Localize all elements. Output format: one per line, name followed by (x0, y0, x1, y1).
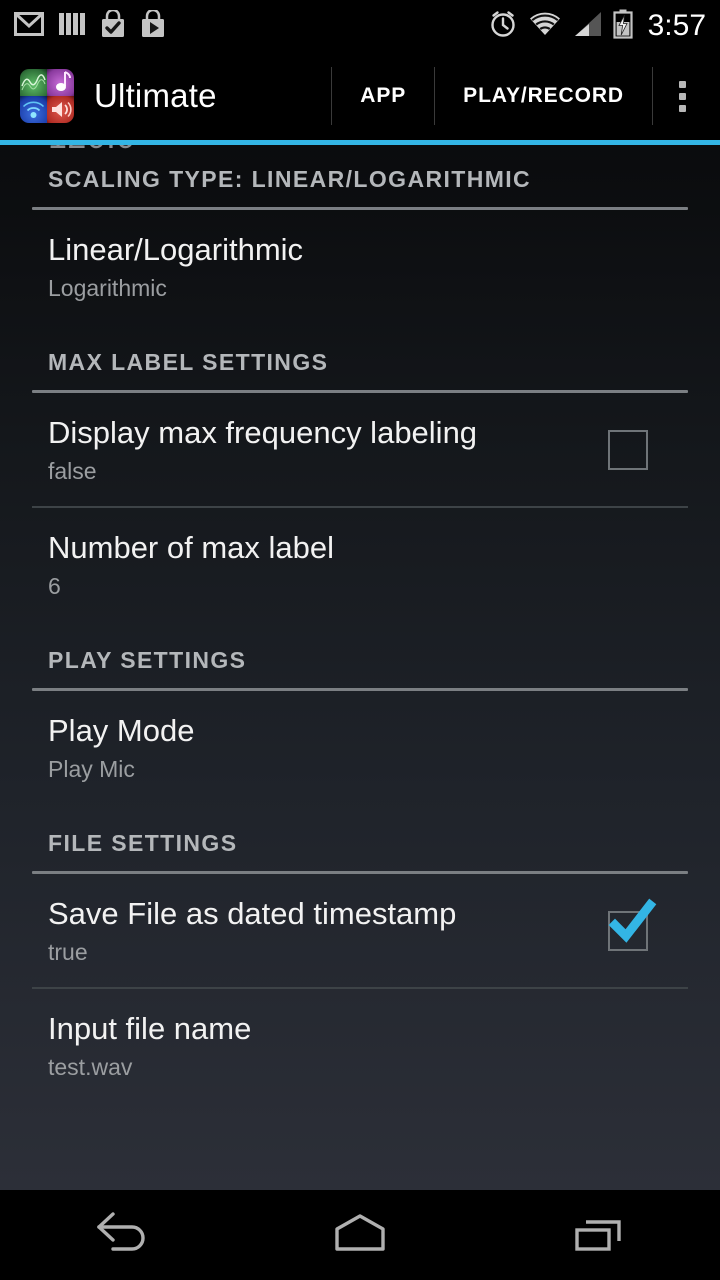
setting-row-number-of-max-label[interactable]: Number of max label 6 (0, 508, 720, 621)
waveform-quadrant-icon (20, 69, 47, 96)
row-summary: Logarithmic (48, 274, 167, 301)
signal-waves-quadrant-icon (20, 96, 47, 123)
play-video-bag-icon (140, 8, 166, 43)
alarm-icon (488, 9, 518, 44)
overflow-dot-icon (679, 80, 686, 88)
row-title: Play Mode (48, 713, 195, 749)
app-title: Ultimate (94, 77, 217, 114)
back-button[interactable] (45, 1190, 195, 1280)
tab-app[interactable]: APP (332, 66, 434, 126)
play-store-bag-icon (100, 8, 126, 43)
action-bar-tabs: APP PLAY/RECORD (331, 66, 708, 126)
recents-button[interactable] (525, 1190, 675, 1280)
tab-play-record[interactable]: PLAY/RECORD (435, 66, 652, 126)
home-pentagon-icon (329, 1211, 391, 1260)
accent-divider (0, 140, 720, 145)
setting-row-linear-logarithmic[interactable]: Linear/Logarithmic Logarithmic (0, 210, 720, 323)
recents-overlapping-rectangles-icon (569, 1211, 631, 1260)
setting-row-input-file-name[interactable]: Input file name test.wav (0, 989, 720, 1102)
wifi-icon (529, 11, 561, 42)
setting-row-save-file-as-dated-timestamp[interactable]: Save File as dated timestamp true (0, 874, 720, 987)
action-bar: Ultimate APP PLAY/RECORD (0, 52, 720, 140)
status-bar: 3:57 (0, 0, 720, 52)
overflow-dot-icon (679, 104, 686, 112)
row-title: Input file name (48, 1011, 252, 1047)
status-bar-notification-icons (14, 8, 166, 43)
battery-charging-icon (613, 9, 633, 44)
section-header-play-settings: PLAY SETTINGS (48, 647, 247, 674)
speaker-quadrant-icon (47, 96, 74, 123)
android-screen: 3:57 Ultimate APP PLAY/RECORD SCALING TY… (0, 0, 720, 1280)
checkmark-icon (608, 898, 657, 943)
ultimate-app-icon[interactable] (20, 69, 74, 123)
row-summary: test.wav (48, 1054, 133, 1081)
overflow-dot-icon (679, 92, 686, 100)
overflow-menu-button[interactable] (653, 80, 708, 112)
signal-icon (572, 11, 602, 42)
checkbox-display-max-frequency-labeling[interactable] (608, 429, 648, 470)
navigation-bar (0, 1190, 720, 1280)
setting-row-display-max-frequency-labeling[interactable]: Display max frequency labeling false (0, 393, 720, 506)
music-note-quadrant-icon (47, 69, 74, 96)
row-title: Display max frequency labeling (48, 415, 478, 451)
setting-row-play-mode[interactable]: Play Mode Play Mic (0, 691, 720, 804)
gmail-icon (14, 11, 44, 42)
home-button[interactable] (285, 1190, 435, 1280)
back-arrow-icon (89, 1211, 151, 1260)
row-title: Linear/Logarithmic (48, 232, 304, 267)
row-summary: Play Mic (48, 755, 135, 782)
row-summary: 6 (48, 572, 61, 599)
books-icon (58, 11, 86, 42)
status-bar-clock: 3:57 (647, 9, 706, 42)
row-summary: false (48, 457, 97, 484)
settings-list[interactable]: 120.0 SCALING TYPE: LINEAR/LOGARITHMIC L… (0, 140, 720, 1190)
row-summary: true (48, 938, 88, 965)
status-bar-system-icons: 3:57 (488, 9, 706, 44)
checkbox-save-file-as-dated-timestamp[interactable] (608, 898, 657, 951)
section-header-max-label-settings: MAX LABEL SETTINGS (48, 349, 329, 376)
row-title: Save File as dated timestamp (48, 896, 457, 932)
row-title: Number of max label (48, 530, 335, 566)
section-header-file-settings: FILE SETTINGS (48, 830, 238, 857)
